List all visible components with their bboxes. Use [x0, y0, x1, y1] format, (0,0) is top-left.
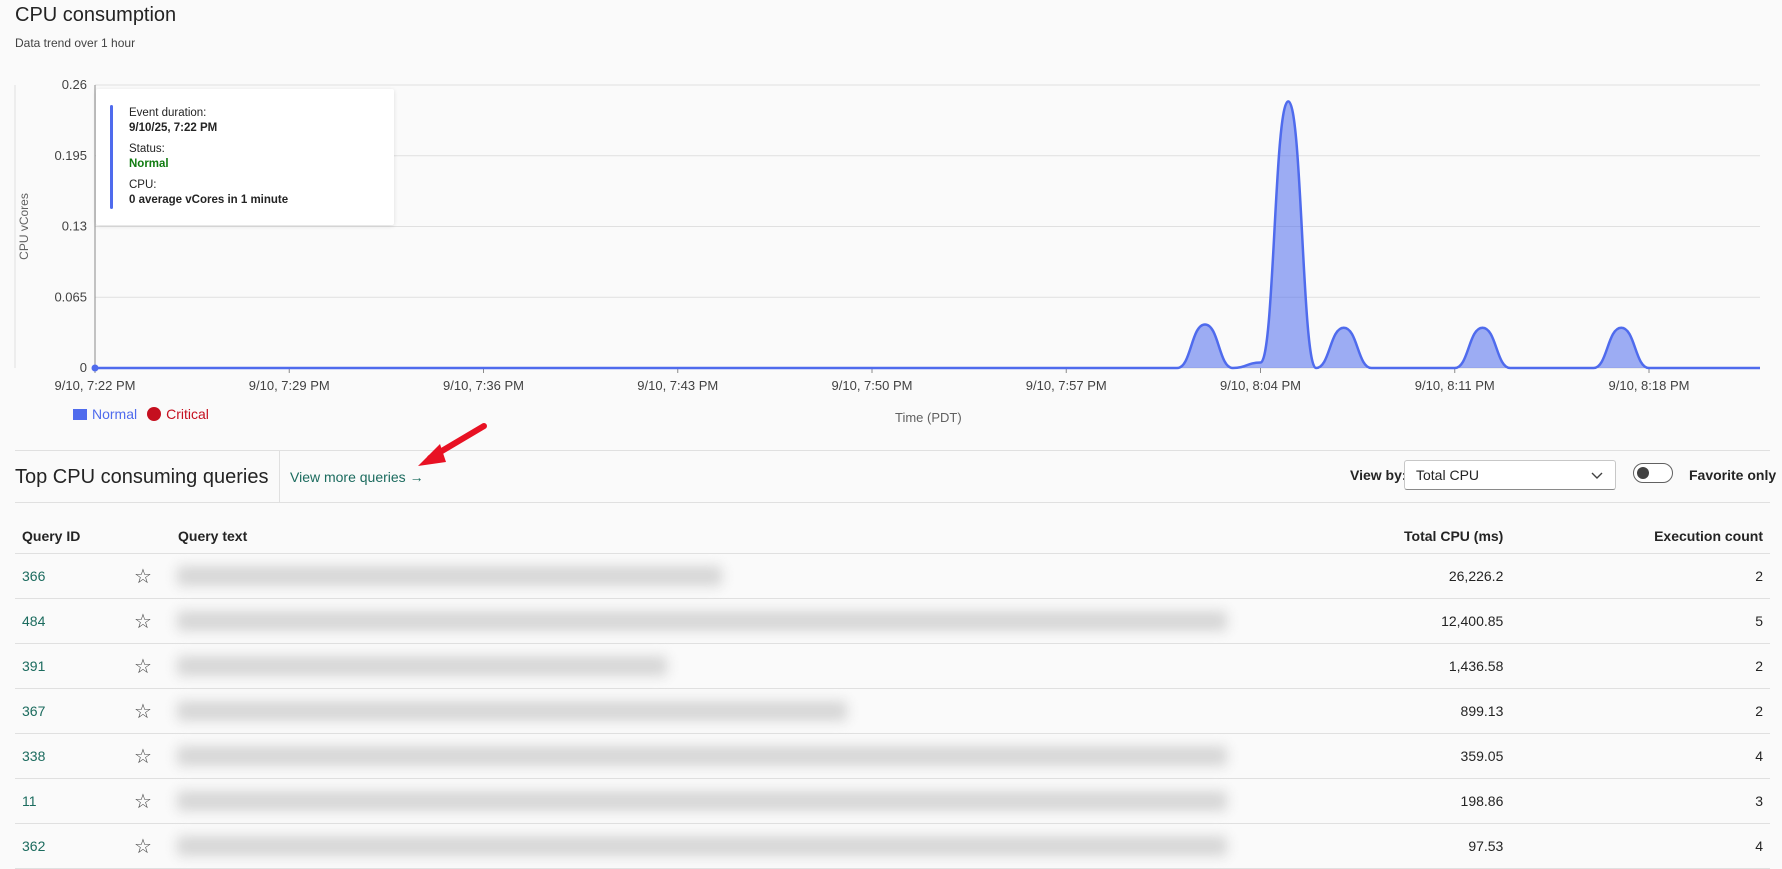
page-title: CPU consumption — [15, 4, 177, 26]
query-text-redacted — [171, 598, 1271, 644]
table-row[interactable]: 11 ☆ 198.86 3 — [15, 778, 1770, 824]
table-row[interactable]: 367 ☆ 899.13 2 — [15, 688, 1770, 734]
execution-count-cell: 2 — [1510, 553, 1770, 599]
star-icon[interactable]: ☆ — [115, 553, 171, 599]
query-text-redacted — [171, 823, 1271, 869]
tooltip-duration-value: 9/10/25, 7:22 PM — [129, 122, 218, 134]
section-title: Top CPU consuming queries — [15, 466, 269, 488]
x-tick-label: 9/10, 7:57 PM — [1026, 378, 1107, 393]
legend-critical[interactable]: Critical — [166, 406, 209, 422]
query-id-link[interactable]: 11 — [15, 778, 115, 824]
x-tick-label: 9/10, 7:43 PM — [637, 378, 718, 393]
table-row[interactable]: 338 ☆ 359.05 4 — [15, 733, 1770, 779]
view-by-dropdown[interactable]: Total CPU — [1404, 460, 1616, 490]
execution-count-cell: 4 — [1510, 823, 1770, 869]
y-tick-label: 0 — [80, 360, 87, 375]
queries-table: Query ID Query text Total CPU (ms) Execu… — [15, 519, 1770, 869]
query-text-redacted — [171, 643, 1271, 689]
y-tick-label: 0.065 — [54, 289, 87, 304]
query-id-link[interactable]: 367 — [15, 688, 115, 734]
query-text-redacted — [171, 778, 1271, 824]
table-row[interactable]: 366 ☆ 26,226.2 2 — [15, 553, 1770, 599]
query-text-redacted — [171, 688, 1271, 734]
star-icon[interactable]: ☆ — [115, 643, 171, 689]
legend-critical-swatch — [147, 407, 162, 421]
total-cpu-cell: 899.13 — [1271, 688, 1511, 734]
table-header-row: Query ID Query text Total CPU (ms) Execu… — [15, 519, 1770, 554]
favorite-only-toggle[interactable] — [1633, 463, 1673, 483]
star-icon[interactable]: ☆ — [115, 688, 171, 734]
star-icon[interactable]: ☆ — [115, 733, 171, 779]
column-header-query-text[interactable]: Query text — [171, 519, 1271, 554]
execution-count-cell: 2 — [1510, 643, 1770, 689]
column-header-query-id[interactable]: Query ID — [15, 519, 115, 554]
execution-count-cell: 5 — [1510, 598, 1770, 644]
star-icon[interactable]: ☆ — [115, 598, 171, 644]
legend-normal-swatch — [73, 408, 87, 420]
page-subtitle: Data trend over 1 hour — [15, 36, 136, 50]
x-tick-label: 9/10, 8:11 PM — [1415, 378, 1495, 393]
favorite-only-label: Favorite only — [1689, 467, 1777, 483]
query-text-redacted — [171, 553, 1271, 599]
chart-legend: Normal Critical — [73, 406, 209, 422]
tooltip-status-label: Status: — [129, 143, 165, 155]
total-cpu-cell: 26,226.2 — [1271, 553, 1511, 599]
x-tick-label: 9/10, 8:18 PM — [1609, 378, 1690, 393]
total-cpu-cell: 12,400.85 — [1271, 598, 1511, 644]
query-text-redacted — [171, 733, 1271, 779]
execution-count-cell: 4 — [1510, 733, 1770, 779]
arrow-annotation-icon — [418, 423, 487, 466]
total-cpu-cell: 359.05 — [1271, 733, 1511, 779]
divider — [15, 502, 1770, 503]
total-cpu-cell: 97.53 — [1271, 823, 1511, 869]
column-header-execution-count[interactable]: Execution count — [1510, 519, 1770, 554]
view-more-queries-link[interactable]: View more queries → — [290, 469, 424, 485]
chevron-down-icon — [1591, 472, 1603, 479]
legend-normal[interactable]: Normal — [92, 406, 137, 422]
column-header-total-cpu[interactable]: Total CPU (ms) — [1271, 519, 1511, 554]
data-point-hovered — [91, 364, 99, 372]
x-axis-title: Time (PDT) — [895, 410, 962, 425]
execution-count-cell: 2 — [1510, 688, 1770, 734]
y-tick-label: 0.195 — [54, 148, 87, 163]
y-tick-label: 0.13 — [62, 219, 87, 234]
tooltip-cpu-label: CPU: — [129, 179, 157, 191]
y-axis-title: CPU vCores — [17, 193, 31, 260]
view-by-label: View by: — [1350, 467, 1407, 483]
table-row[interactable]: 362 ☆ 97.53 4 — [15, 823, 1770, 869]
total-cpu-cell: 1,436.58 — [1271, 643, 1511, 689]
x-tick-label: 9/10, 7:36 PM — [443, 378, 524, 393]
star-icon[interactable]: ☆ — [115, 823, 171, 869]
divider — [279, 451, 280, 503]
query-id-link[interactable]: 484 — [15, 598, 115, 644]
chart-tooltip: Event duration: 9/10/25, 7:22 PM Status:… — [96, 89, 394, 225]
x-tick-label: 9/10, 7:50 PM — [832, 378, 913, 393]
toggle-knob — [1637, 467, 1649, 479]
query-id-link[interactable]: 362 — [15, 823, 115, 869]
x-tick-label: 9/10, 7:29 PM — [249, 378, 330, 393]
table-row[interactable]: 484 ☆ 12,400.85 5 — [15, 598, 1770, 644]
tooltip-status-value: Normal — [129, 158, 169, 170]
query-id-link[interactable]: 338 — [15, 733, 115, 779]
y-tick-label: 0.26 — [62, 77, 87, 92]
x-tick-label: 9/10, 7:22 PM — [55, 378, 136, 393]
x-tick-label: 9/10, 8:04 PM — [1220, 378, 1301, 393]
tooltip-cpu-value: 0 average vCores in 1 minute — [129, 194, 289, 206]
tooltip-duration-label: Event duration: — [129, 107, 207, 119]
column-header-spacer — [115, 519, 171, 554]
table-row[interactable]: 391 ☆ 1,436.58 2 — [15, 643, 1770, 689]
total-cpu-cell: 198.86 — [1271, 778, 1511, 824]
execution-count-cell: 3 — [1510, 778, 1770, 824]
star-icon[interactable]: ☆ — [115, 778, 171, 824]
query-id-link[interactable]: 366 — [15, 553, 115, 599]
tooltip-accent-bar — [110, 105, 113, 209]
view-by-value: Total CPU — [1416, 467, 1480, 483]
query-id-link[interactable]: 391 — [15, 643, 115, 689]
